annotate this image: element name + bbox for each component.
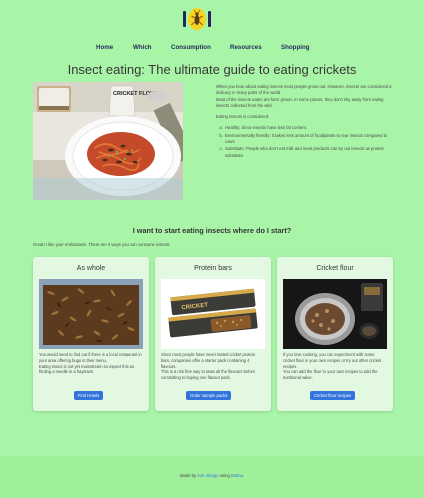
main-nav: Home Which Consumption Resources Shoppin… bbox=[0, 44, 424, 54]
order-sample-packs-button[interactable]: Order sample packs bbox=[186, 391, 232, 400]
footer-period: . bbox=[242, 473, 245, 478]
list-item: Environmentally friendly: It takes less … bbox=[224, 133, 394, 146]
footer-credit: Made by evic mbugu using Bulma. bbox=[0, 473, 424, 478]
footer: Made by evic mbugu using Bulma. bbox=[0, 456, 424, 498]
cricket-flour-image bbox=[283, 279, 387, 349]
footer-made-by: Made by bbox=[179, 473, 197, 478]
hero-image: CRICKET FLOUR bbox=[33, 82, 183, 200]
footer-using: using bbox=[219, 473, 230, 478]
find-hotels-button[interactable]: Find Hotels bbox=[74, 391, 104, 400]
nav-consumption[interactable]: Consumption bbox=[171, 44, 211, 51]
section-lead: Great! I like your enthusiasm. There are… bbox=[33, 242, 171, 247]
fried-crickets-image bbox=[39, 279, 143, 349]
nav-shopping[interactable]: Shopping bbox=[281, 44, 310, 51]
card-as-whole: As whole You would need to find out if t… bbox=[33, 257, 149, 411]
card-protein-bars: Protein bars CRICKET Since most people h… bbox=[155, 257, 271, 411]
nav-which[interactable]: Which bbox=[133, 44, 152, 51]
nav-home[interactable]: Home bbox=[96, 44, 113, 51]
intro-text: When you hear about eating insects most … bbox=[216, 84, 394, 160]
card-title: Protein bars bbox=[194, 265, 232, 272]
author-link[interactable]: evic mbugu bbox=[197, 473, 218, 478]
list-item: Substitute: People who don't eat milk an… bbox=[224, 146, 394, 159]
page-title: Insect eating: The ultimate guide to eat… bbox=[67, 62, 357, 77]
card-title: As whole bbox=[76, 265, 106, 272]
card-title: Cricket flour bbox=[316, 265, 354, 272]
card-text: If you love cooking, you can experiment … bbox=[283, 352, 382, 381]
cricket-logo-icon[interactable] bbox=[180, 6, 214, 34]
intro-paragraph-3: Eating insects is considered: bbox=[216, 114, 270, 120]
nav-resources[interactable]: Resources bbox=[230, 44, 262, 51]
cricket-flour-recipes-button[interactable]: Cricket flour recipes bbox=[310, 391, 356, 400]
bulma-link[interactable]: Bulma bbox=[231, 473, 243, 478]
card-cricket-flour: Cricket flour If you love cooking, you c… bbox=[277, 257, 393, 411]
card-text: Since most people have never tasted cric… bbox=[161, 352, 256, 381]
section-title: I want to start eating insects where do … bbox=[132, 226, 292, 235]
benefits-list: Healthy: Since insects have less fat con… bbox=[224, 125, 394, 158]
intro-paragraph-1: When you hear about eating insects most … bbox=[216, 84, 392, 108]
card-text: You would need to find out if there is a… bbox=[39, 352, 142, 375]
list-item: Healthy: Since insects have less fat con… bbox=[224, 125, 394, 131]
protein-bars-image: CRICKET bbox=[161, 279, 265, 349]
